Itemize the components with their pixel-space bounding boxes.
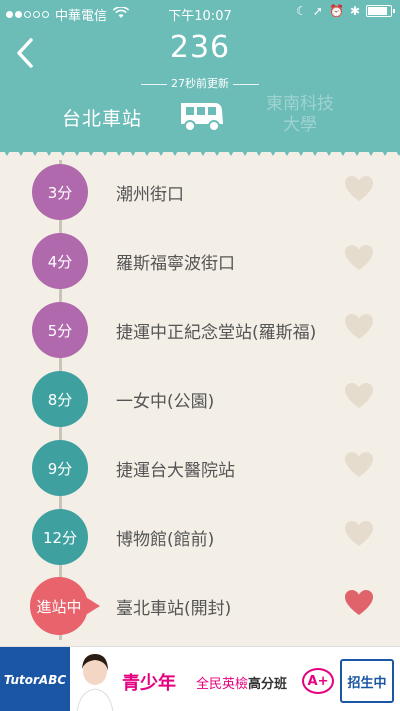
location-arrow-icon: ➚: [312, 4, 323, 18]
eta-badge: 9分: [32, 440, 88, 496]
updated-label: 27秒前更新: [0, 75, 400, 91]
stop-row[interactable]: 8分 一女中(公園): [0, 365, 400, 433]
ad-headline: 青少年: [122, 673, 176, 694]
favorite-heart-icon[interactable]: [344, 244, 374, 272]
eta-badge: 3分: [32, 164, 88, 220]
stop-row[interactable]: 進站中 臺北車站(開封): [0, 572, 400, 640]
stop-name: 潮州街口: [116, 185, 184, 205]
eta-badge: 4分: [32, 233, 88, 289]
stop-name: 捷運台大醫院站: [116, 461, 235, 481]
stop-row[interactable]: 3分 潮州街口: [0, 158, 400, 226]
status-bar: 中華電信 下午10:07 ☾ ➚ ⏰ ✱: [0, 0, 400, 26]
ad-logo: TutorABC: [0, 647, 70, 711]
ad-person-image: [76, 654, 114, 711]
battery-icon: [366, 5, 395, 17]
ad-subline: 全民英檢高分班: [196, 673, 287, 692]
favorite-heart-icon[interactable]: [344, 313, 374, 341]
stop-row[interactable]: 12分 博物館(館前): [0, 503, 400, 571]
stop-row[interactable]: 4分 羅斯福寧波街口: [0, 227, 400, 295]
eta-badge: 5分: [32, 302, 88, 358]
eta-badge: 8分: [32, 371, 88, 427]
stop-name: 博物館(館前): [116, 530, 215, 550]
stop-row[interactable]: 5分 捷運中正紀念堂站(羅斯福): [0, 296, 400, 364]
favorite-heart-icon[interactable]: [344, 589, 374, 617]
route-number: 236: [169, 30, 231, 65]
direction-right-line2: 大學: [283, 115, 317, 135]
eta-badge: 12分: [32, 509, 88, 565]
header: 中華電信 下午10:07 ☾ ➚ ⏰ ✱ 236 27秒前更新 台北車站 東南科…: [0, 0, 400, 152]
stop-name: 臺北車站(開封): [116, 599, 232, 619]
alarm-icon: ⏰: [328, 4, 344, 18]
direction-tab-tungnan-university[interactable]: 東南科技 大學: [250, 94, 350, 136]
updated-text: 27秒前更新: [171, 77, 229, 90]
ad-banner[interactable]: TutorABC 青少年 全民英檢高分班 A+ 招生中: [0, 646, 400, 711]
favorite-heart-icon[interactable]: [344, 520, 374, 548]
stop-name: 捷運中正紀念堂站(羅斯福): [116, 323, 317, 343]
stop-name: 一女中(公園): [116, 392, 215, 412]
favorite-heart-icon[interactable]: [344, 382, 374, 410]
bus-icon[interactable]: [177, 98, 225, 134]
bluetooth-icon: ✱: [349, 4, 360, 18]
eta-badge: 進站中: [30, 577, 100, 635]
stop-name: 羅斯福寧波街口: [116, 254, 235, 274]
ad-aplus-badge: A+: [302, 668, 334, 694]
header-zigzag-edge: [0, 144, 400, 156]
stop-row[interactable]: 9分 捷運台大醫院站: [0, 434, 400, 502]
favorite-heart-icon[interactable]: [344, 451, 374, 479]
ad-enroll-button[interactable]: 招生中: [340, 659, 394, 703]
moon-icon: ☾: [296, 4, 307, 18]
direction-right-line1: 東南科技: [266, 94, 334, 114]
status-right: ☾ ➚ ⏰ ✱: [296, 4, 395, 18]
ad-subline-b: 高分班: [248, 677, 288, 692]
favorite-heart-icon[interactable]: [344, 175, 374, 203]
ad-subline-a: 全民英檢: [196, 677, 249, 692]
direction-tab-taipei-station[interactable]: 台北車站: [62, 104, 142, 131]
